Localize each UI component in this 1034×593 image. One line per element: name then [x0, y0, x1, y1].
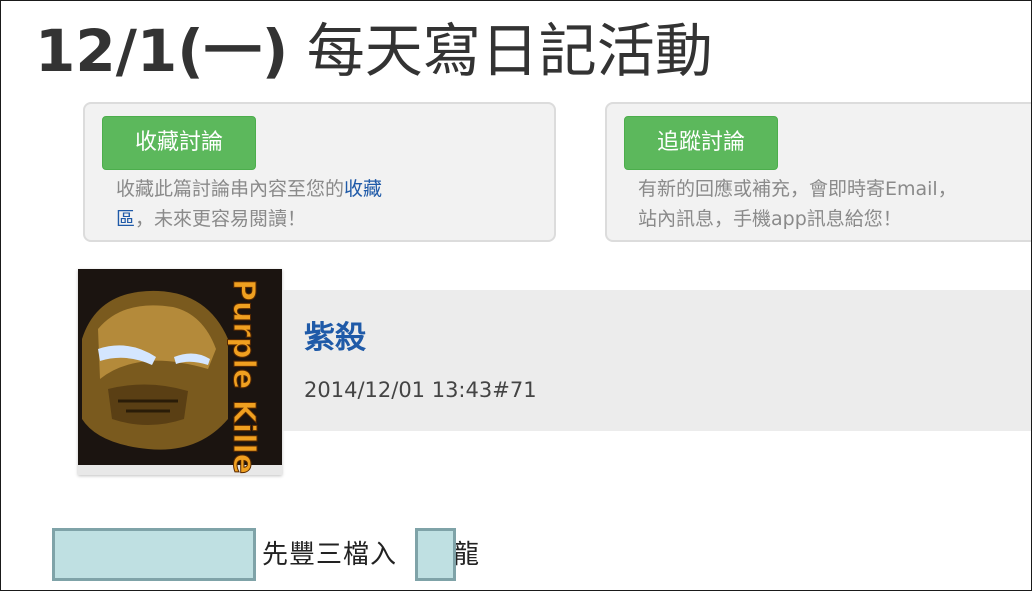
follow-desc-line2: 站內訊息，手機app訊息給您！	[638, 208, 902, 230]
avatar[interactable]: Purple Killer	[78, 269, 282, 475]
author-name[interactable]: 紫殺	[304, 312, 366, 357]
favorite-desc-prefix: 收藏此篇討論串內容至您的	[116, 178, 345, 200]
favorites-area-link-cont[interactable]: 區	[116, 208, 135, 230]
redaction-mask	[415, 528, 456, 581]
post-content: 先豐三檔入	[262, 540, 398, 570]
screenshot-frame: 12/1(一) 每天寫日記活動 收藏討論 收藏此篇討論串內容至您的收藏區，未來更…	[0, 0, 1032, 591]
favorite-card: 收藏討論 收藏此篇討論串內容至您的收藏區，未來更容易閱讀！	[83, 102, 556, 242]
follow-discussion-button[interactable]: 追蹤討論	[624, 116, 778, 170]
post-datetime: 2014/12/01 13:43#71	[304, 378, 537, 402]
avatar-image: Purple Killer	[78, 269, 282, 475]
follow-description: 有新的回應或補充，會即時寄Email， 站內訊息，手機app訊息給您！	[638, 174, 1018, 234]
avatar-text: Purple Killer	[226, 279, 261, 475]
favorite-description: 收藏此篇討論串內容至您的收藏區，未來更容易閱讀！	[116, 174, 496, 234]
post-content-cont: 龍	[453, 540, 480, 570]
title-text: 每天寫日記活動	[306, 17, 713, 85]
follow-desc-line1: 有新的回應或補充，會即時寄Email，	[638, 178, 957, 200]
favorite-discussion-button[interactable]: 收藏討論	[102, 116, 256, 170]
favorites-area-link[interactable]: 收藏	[344, 178, 382, 200]
follow-card: 追蹤討論 有新的回應或補充，會即時寄Email， 站內訊息，手機app訊息給您！	[605, 102, 1031, 242]
favorite-desc-suffix: ，未來更容易閱讀！	[135, 208, 307, 230]
title-date: 12/1(一)	[35, 17, 289, 85]
page-title: 12/1(一) 每天寫日記活動	[35, 13, 713, 89]
redaction-mask	[52, 528, 256, 581]
post-header: 紫殺 2014/12/01 13:43#71	[283, 290, 1031, 431]
